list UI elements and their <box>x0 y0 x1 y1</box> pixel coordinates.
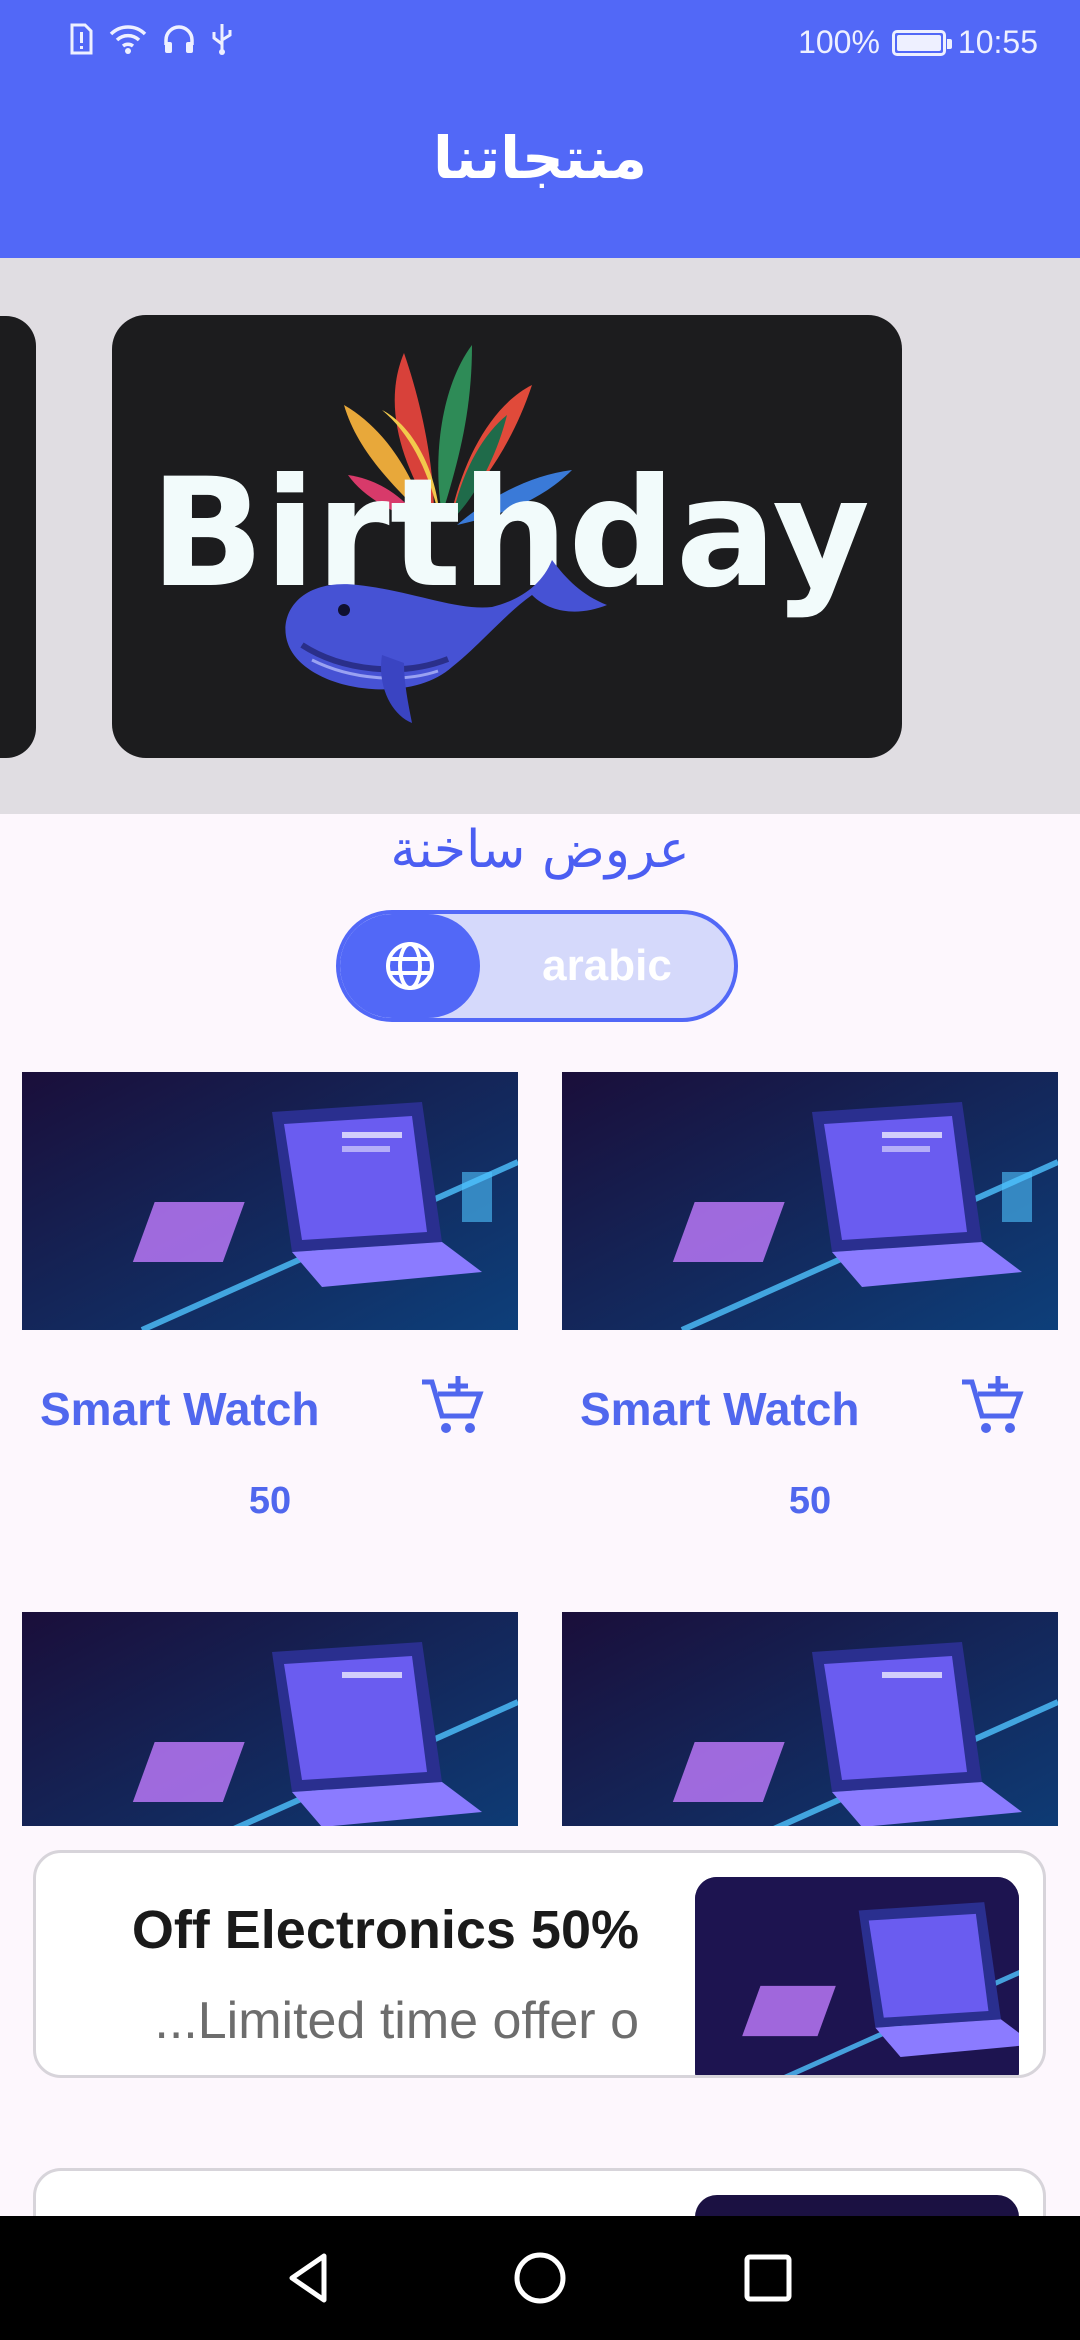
product-name: Smart Watch <box>580 1383 860 1435</box>
battery-percent: 100% <box>798 24 880 60</box>
add-to-cart-icon[interactable] <box>416 1372 486 1442</box>
sim-alert-icon <box>70 23 93 55</box>
product-name: Smart Watch <box>40 1383 320 1435</box>
battery-icon <box>891 29 952 56</box>
product-card[interactable] <box>562 1612 1058 1826</box>
system-nav-bar <box>0 2216 1080 2340</box>
wifi-icon <box>109 25 147 54</box>
headphones-icon <box>164 25 194 53</box>
product-row: Smart Watch <box>580 1372 1040 1442</box>
language-toggle[interactable]: arabic <box>336 910 738 1022</box>
banner-previous[interactable] <box>0 316 36 758</box>
clock: 10:55 <box>957 24 1038 60</box>
product-image <box>562 1612 1058 1826</box>
product-card[interactable]: Smart Watch 50 <box>562 1072 1058 1522</box>
language-label: arabic <box>542 941 672 990</box>
product-price: 50 <box>248 1480 292 1522</box>
banner-text: Birthday <box>150 447 870 621</box>
offer-subtitle: ...Limited time offer o <box>154 1992 639 2050</box>
page-title: منتجاتنا <box>432 124 648 192</box>
back-icon[interactable] <box>278 2248 338 2308</box>
add-to-cart-icon[interactable] <box>956 1372 1026 1442</box>
home-icon[interactable] <box>510 2248 570 2308</box>
offer-image <box>695 1877 1019 2075</box>
hot-offers-title: عروض ساخنة <box>390 820 690 880</box>
product-row: Smart Watch <box>40 1372 500 1442</box>
product-image <box>562 1072 1058 1330</box>
status-icons <box>68 22 234 56</box>
battery-fill <box>896 34 941 51</box>
product-card[interactable] <box>22 1612 518 1826</box>
status-right: 100% 10:55 <box>798 24 1038 61</box>
birthday-illustration: Birthday <box>150 345 870 723</box>
status-bar: 100% 10:55 <box>0 0 1080 90</box>
offer-card[interactable]: Off Electronics 50% ...Limited time offe… <box>33 1850 1046 2078</box>
offer-title: Off Electronics 50% <box>131 1900 639 1960</box>
product-price: 50 <box>788 1480 832 1522</box>
app-bar: منتجاتنا <box>0 90 1080 258</box>
product-image <box>22 1612 518 1826</box>
banner-carousel[interactable]: Birthday <box>0 258 1080 814</box>
product-image <box>22 1072 518 1330</box>
banner-birthday[interactable]: Birthday <box>112 315 902 758</box>
product-card[interactable]: Smart Watch 50 <box>22 1072 518 1522</box>
globe-icon <box>386 942 434 990</box>
language-toggle-knob[interactable] <box>340 914 480 1018</box>
usb-icon <box>212 24 232 55</box>
recents-icon[interactable] <box>738 2248 798 2308</box>
